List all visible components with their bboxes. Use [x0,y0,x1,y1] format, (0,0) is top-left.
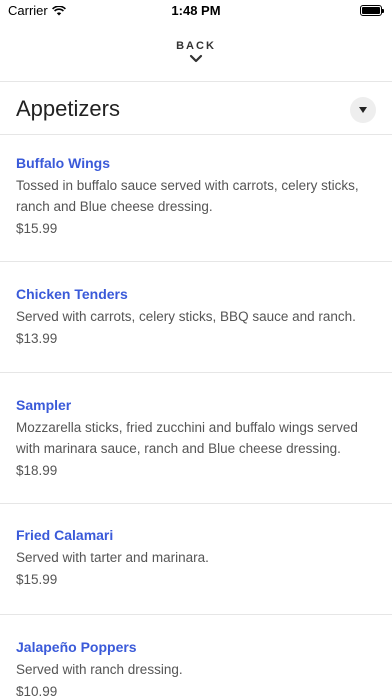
battery-icon [360,5,384,16]
section-divider [0,134,392,135]
item-price: $13.99 [16,331,58,346]
item-description: Served with carrots, celery sticks, BBQ … [16,309,356,324]
item-name: Fried Calamari [16,527,114,543]
item-price: $18.99 [16,463,58,478]
item-description: Mozzarella sticks, fried zucchini and bu… [16,420,358,456]
back-button[interactable]: BACK [0,36,392,76]
header-divider [0,81,392,82]
item-price: $10.99 [16,684,58,696]
item-price: $15.99 [16,572,58,587]
item-description: Tossed in buffalo sauce served with carr… [16,178,359,214]
item-price: $15.99 [16,221,58,236]
item-name: Chicken Tenders [16,286,128,302]
menu-item-jalapeno-poppers[interactable]: Jalapeño Poppers Served with ranch dress… [0,639,392,696]
section-title: Appetizers [16,96,120,121]
status-bar: Carrier 1:48 PM [0,0,392,22]
item-name: Sampler [16,397,72,413]
collapse-toggle-button[interactable] [350,97,376,123]
menu-item-chicken-tenders[interactable]: Chicken Tenders Served with carrots, cel… [0,286,392,346]
chevron-down-icon [189,54,203,63]
item-description: Served with tarter and marinara. [16,550,209,565]
back-label: BACK [176,40,216,52]
item-divider [0,261,392,262]
triangle-down-icon [359,107,367,113]
item-name: Jalapeño Poppers [16,639,137,655]
item-divider [0,614,392,615]
section-header: Appetizers [0,86,392,134]
battery-fill [362,7,380,14]
item-name: Buffalo Wings [16,155,110,171]
item-description: Served with ranch dressing. [16,662,183,677]
menu-item-fried-calamari[interactable]: Fried Calamari Served with tarter and ma… [0,527,392,587]
menu-item-sampler[interactable]: Sampler Mozzarella sticks, fried zucchin… [0,397,392,478]
item-divider [0,503,392,504]
menu-item-buffalo-wings[interactable]: Buffalo Wings Tossed in buffalo sauce se… [0,155,392,236]
status-time: 1:48 PM [171,3,221,18]
item-divider [0,372,392,373]
